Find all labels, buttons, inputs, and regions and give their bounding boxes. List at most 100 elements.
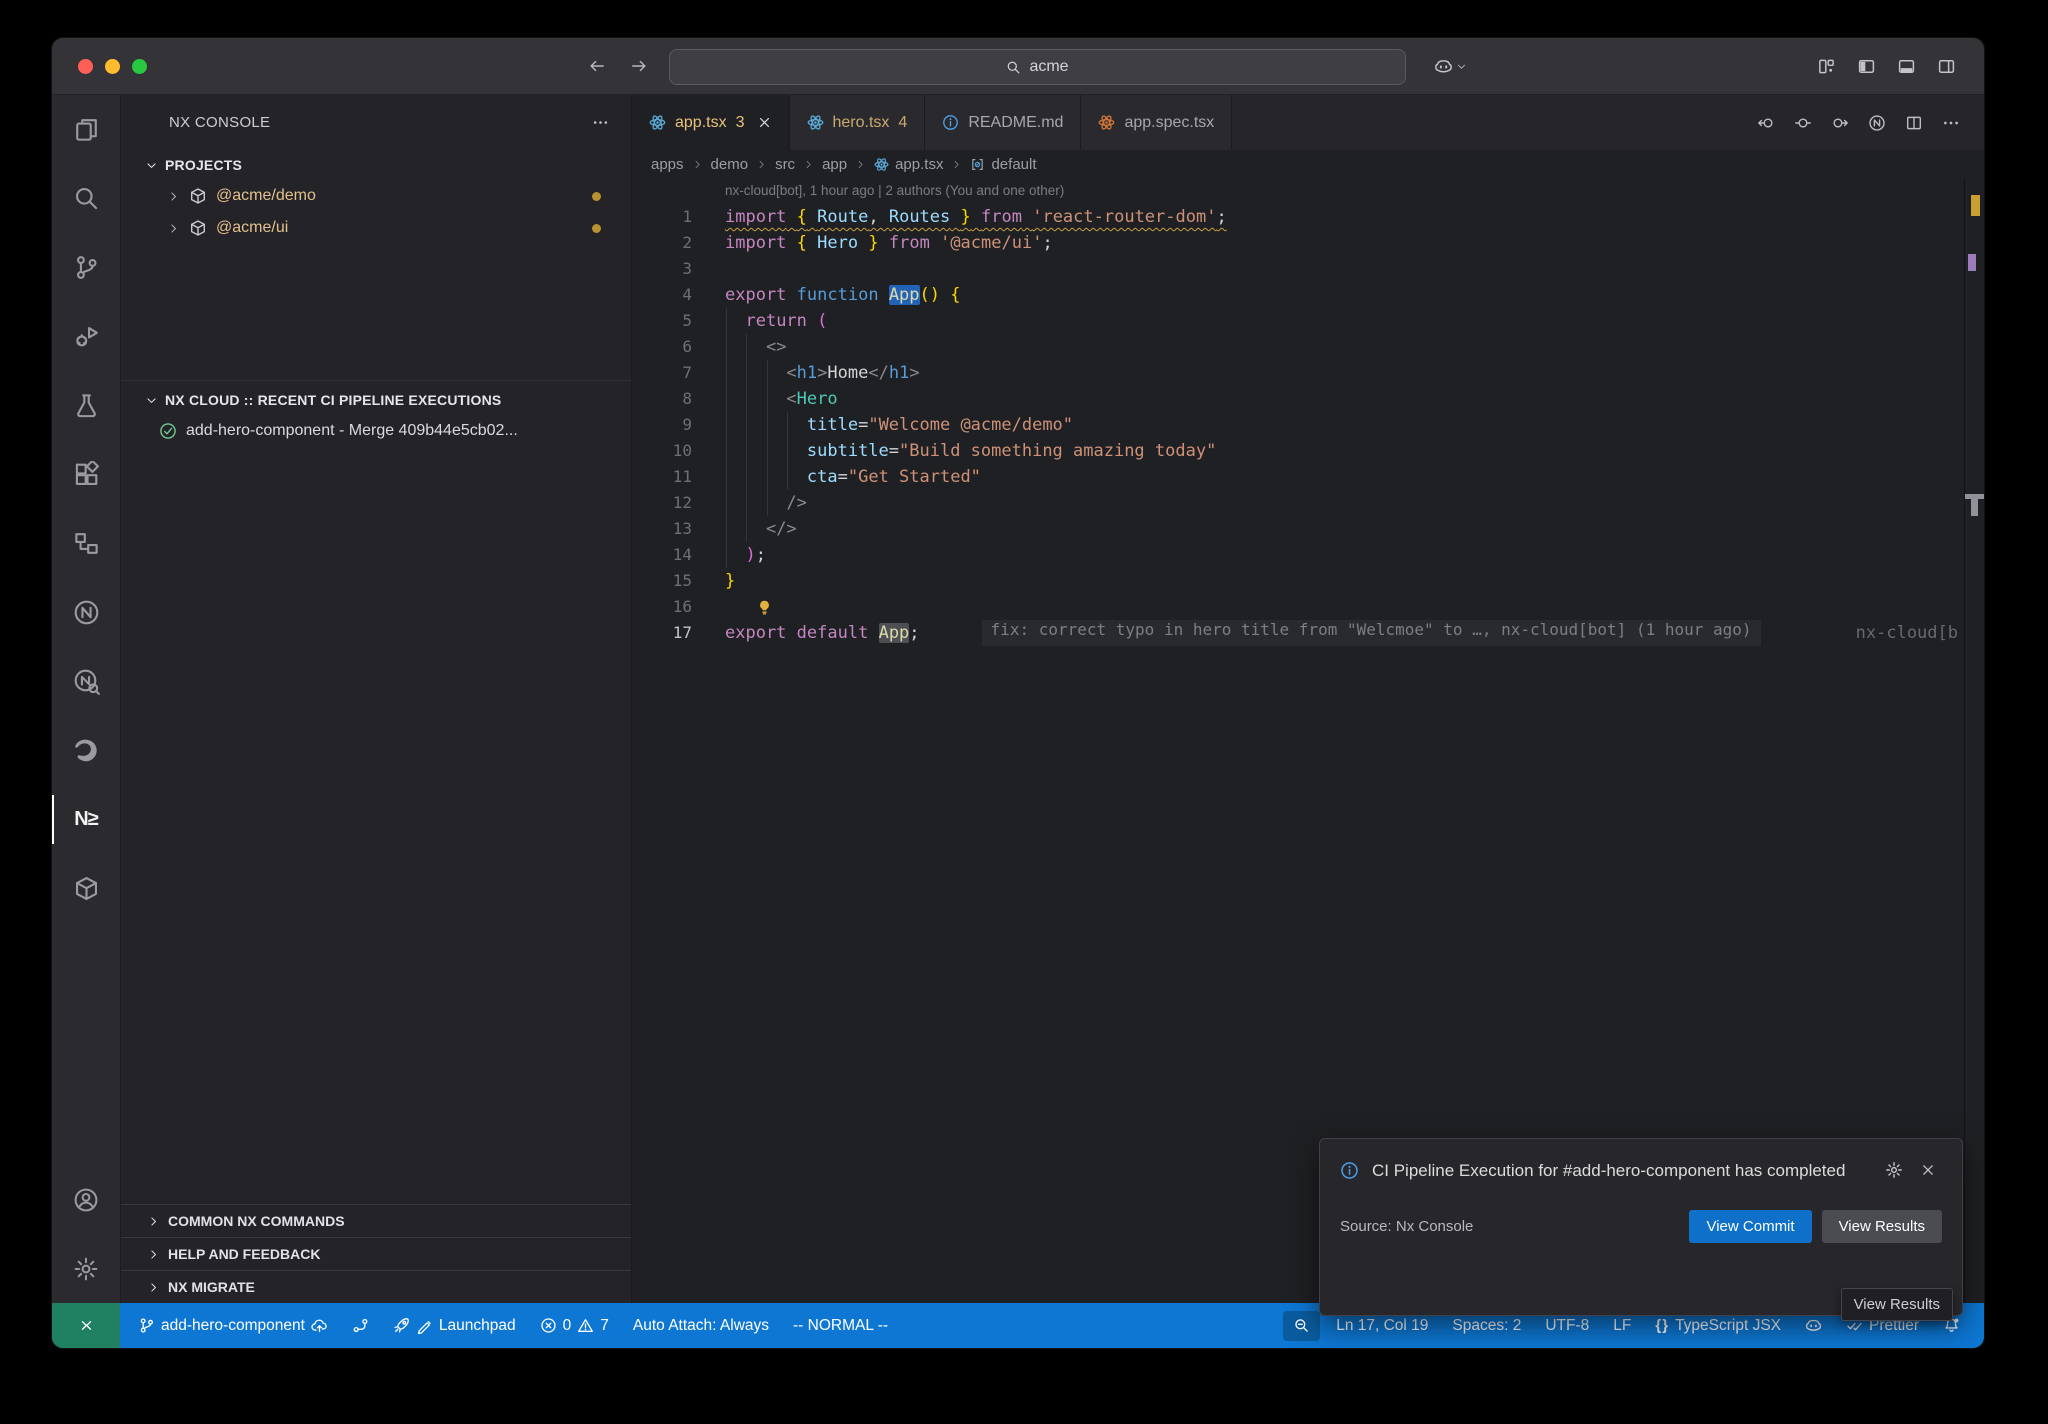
- code-line-16[interactable]: 16: [632, 594, 1984, 620]
- ref-back-icon[interactable]: [1757, 114, 1775, 132]
- status-item-launchpad[interactable]: Launchpad: [381, 1303, 528, 1348]
- chevron-down-icon: [145, 394, 158, 407]
- tab-close-icon[interactable]: [757, 115, 772, 130]
- status-item-zoom-indicator[interactable]: [1283, 1311, 1320, 1341]
- code-line-17[interactable]: 17export default App;fix: correct typo i…: [632, 620, 1984, 646]
- zoom-window-button[interactable]: [132, 59, 147, 74]
- line-number: 12: [632, 490, 692, 516]
- activity-item-settings[interactable]: [52, 1234, 120, 1303]
- line-content: <Hero: [692, 386, 838, 412]
- customize-layout-icon[interactable]: [1817, 57, 1836, 76]
- activity-item-accounts[interactable]: [52, 1165, 120, 1234]
- ref-forward-icon[interactable]: [1831, 114, 1849, 132]
- breadcrumb-app[interactable]: app: [822, 156, 847, 173]
- activity-item-testing[interactable]: [52, 371, 120, 440]
- nav-forward-icon[interactable]: [630, 57, 648, 75]
- more-actions-icon[interactable]: [592, 114, 609, 131]
- chevron-right-icon: [147, 1215, 160, 1228]
- copilot-icon[interactable]: [1434, 57, 1453, 76]
- minimize-window-button[interactable]: [105, 59, 120, 74]
- toggle-panel-icon[interactable]: [1897, 57, 1916, 76]
- view-results-button[interactable]: View Results: [1822, 1210, 1942, 1243]
- activity-item-search[interactable]: [52, 164, 120, 233]
- tab-badge: 3: [736, 114, 745, 132]
- toggle-secondary-sidebar-icon[interactable]: [1937, 57, 1956, 76]
- activity-item-nx-console[interactable]: N≥: [52, 785, 120, 854]
- nx-run-icon[interactable]: [1868, 114, 1886, 132]
- activity-item-explorer[interactable]: [52, 95, 120, 164]
- overview-ruler[interactable]: [1964, 178, 1984, 1303]
- section-projects[interactable]: PROJECTS: [121, 150, 631, 180]
- project-item-@acme/demo[interactable]: @acme/demo: [121, 180, 631, 212]
- code-line-9[interactable]: 9 title="Welcome @acme/demo": [632, 412, 1984, 438]
- status-item-problems[interactable]: 07: [528, 1303, 621, 1348]
- line-number: 10: [632, 438, 692, 464]
- line-content: export default App;: [692, 620, 920, 646]
- activity-item-nx-project-graph[interactable]: [52, 509, 120, 578]
- chevron-down-icon[interactable]: [1456, 61, 1467, 72]
- breadcrumb-demo[interactable]: demo: [711, 156, 749, 173]
- code-line-14[interactable]: 14 );: [632, 542, 1984, 568]
- code-line-5[interactable]: 5 return (: [632, 308, 1984, 334]
- code-line-4[interactable]: 4export function App() {: [632, 282, 1984, 308]
- breadcrumb-app.tsx[interactable]: app.tsx: [874, 156, 943, 173]
- code-line-11[interactable]: 11 cta="Get Started": [632, 464, 1984, 490]
- code-line-12[interactable]: 12 />: [632, 490, 1984, 516]
- close-window-button[interactable]: [78, 59, 93, 74]
- breadcrumb-separator-icon: [803, 159, 814, 170]
- activity-item-run-and-debug[interactable]: [52, 302, 120, 371]
- status-item-vim-mode[interactable]: -- NORMAL --: [781, 1303, 900, 1348]
- breadcrumb-label: app.tsx: [895, 156, 943, 173]
- code-line-6[interactable]: 6 <>: [632, 334, 1984, 360]
- ellipsis-icon[interactable]: [1942, 114, 1960, 132]
- toggle-primary-sidebar-icon[interactable]: [1857, 57, 1876, 76]
- split-editor-icon[interactable]: [1905, 114, 1923, 132]
- code-line-15[interactable]: 15}: [632, 568, 1984, 594]
- code-line-3[interactable]: 3: [632, 256, 1984, 282]
- command-center-search[interactable]: acme: [669, 49, 1406, 85]
- ref-circle-icon[interactable]: [1794, 114, 1812, 132]
- status-item-branch[interactable]: add-hero-component: [126, 1303, 340, 1348]
- section-nx-migrate[interactable]: NX MIGRATE: [121, 1270, 631, 1303]
- activity-item-edge-tools[interactable]: [52, 716, 120, 785]
- tab-app.spec.tsx[interactable]: app.spec.tsx: [1081, 95, 1232, 150]
- info-icon: [1340, 1161, 1359, 1180]
- projects-label: PROJECTS: [165, 157, 242, 173]
- activity-item-extensions[interactable]: [52, 440, 120, 509]
- pipeline-execution-item[interactable]: add-hero-component - Merge 409b44e5cb02.…: [121, 415, 631, 447]
- modified-dot: [592, 224, 601, 233]
- lightbulb-icon[interactable]: [756, 594, 773, 620]
- tab-app.tsx[interactable]: app.tsx3: [632, 95, 790, 150]
- breadcrumb-src[interactable]: src: [775, 156, 795, 173]
- code-line-8[interactable]: 8 <Hero: [632, 386, 1984, 412]
- notification-settings-icon[interactable]: [1885, 1161, 1903, 1179]
- tab-hero.tsx[interactable]: hero.tsx4: [790, 95, 926, 150]
- code-editor[interactable]: nx-cloud[bot], 1 hour ago | 2 authors (Y…: [632, 178, 1984, 1303]
- clipped-git-blame: nx-cloud[b: [1856, 620, 1958, 646]
- code-line-1[interactable]: 1import { Route, Routes } from 'react-ro…: [632, 204, 1984, 230]
- code-line-2[interactable]: 2import { Hero } from '@acme/ui';: [632, 230, 1984, 256]
- section-help-and-feedback[interactable]: HELP AND FEEDBACK: [121, 1237, 631, 1270]
- activity-item-source-control[interactable]: [52, 233, 120, 302]
- remote-indicator[interactable]: [52, 1303, 120, 1348]
- code-line-13[interactable]: 13 </>: [632, 516, 1984, 542]
- activity-item-nx-cloud[interactable]: [52, 578, 120, 647]
- section-common-nx-commands[interactable]: COMMON NX COMMANDS: [121, 1204, 631, 1237]
- notification-close-icon[interactable]: [1920, 1161, 1936, 1179]
- code-line-10[interactable]: 10 subtitle="Build something amazing tod…: [632, 438, 1984, 464]
- view-commit-button[interactable]: View Commit: [1689, 1210, 1811, 1243]
- project-item-@acme/ui[interactable]: @acme/ui: [121, 212, 631, 244]
- react-icon: [807, 114, 824, 131]
- breadcrumb-default[interactable]: default: [970, 156, 1036, 173]
- activity-item-package-explorer[interactable]: [52, 854, 120, 923]
- chevron-right-icon: [167, 222, 180, 235]
- status-item-git-graph[interactable]: [340, 1303, 381, 1348]
- status-item-auto-attach[interactable]: Auto Attach: Always: [621, 1303, 781, 1348]
- breadcrumb-apps[interactable]: apps: [651, 156, 684, 173]
- status-text: 7: [600, 1317, 609, 1335]
- activity-item-nx-cloud-search[interactable]: [52, 647, 120, 716]
- tab-README.md[interactable]: README.md: [925, 95, 1081, 150]
- section-nx-cloud[interactable]: NX CLOUD :: RECENT CI PIPELINE EXECUTION…: [121, 385, 631, 415]
- code-line-7[interactable]: 7 <h1>Home</h1>: [632, 360, 1984, 386]
- nav-back-icon[interactable]: [588, 57, 606, 75]
